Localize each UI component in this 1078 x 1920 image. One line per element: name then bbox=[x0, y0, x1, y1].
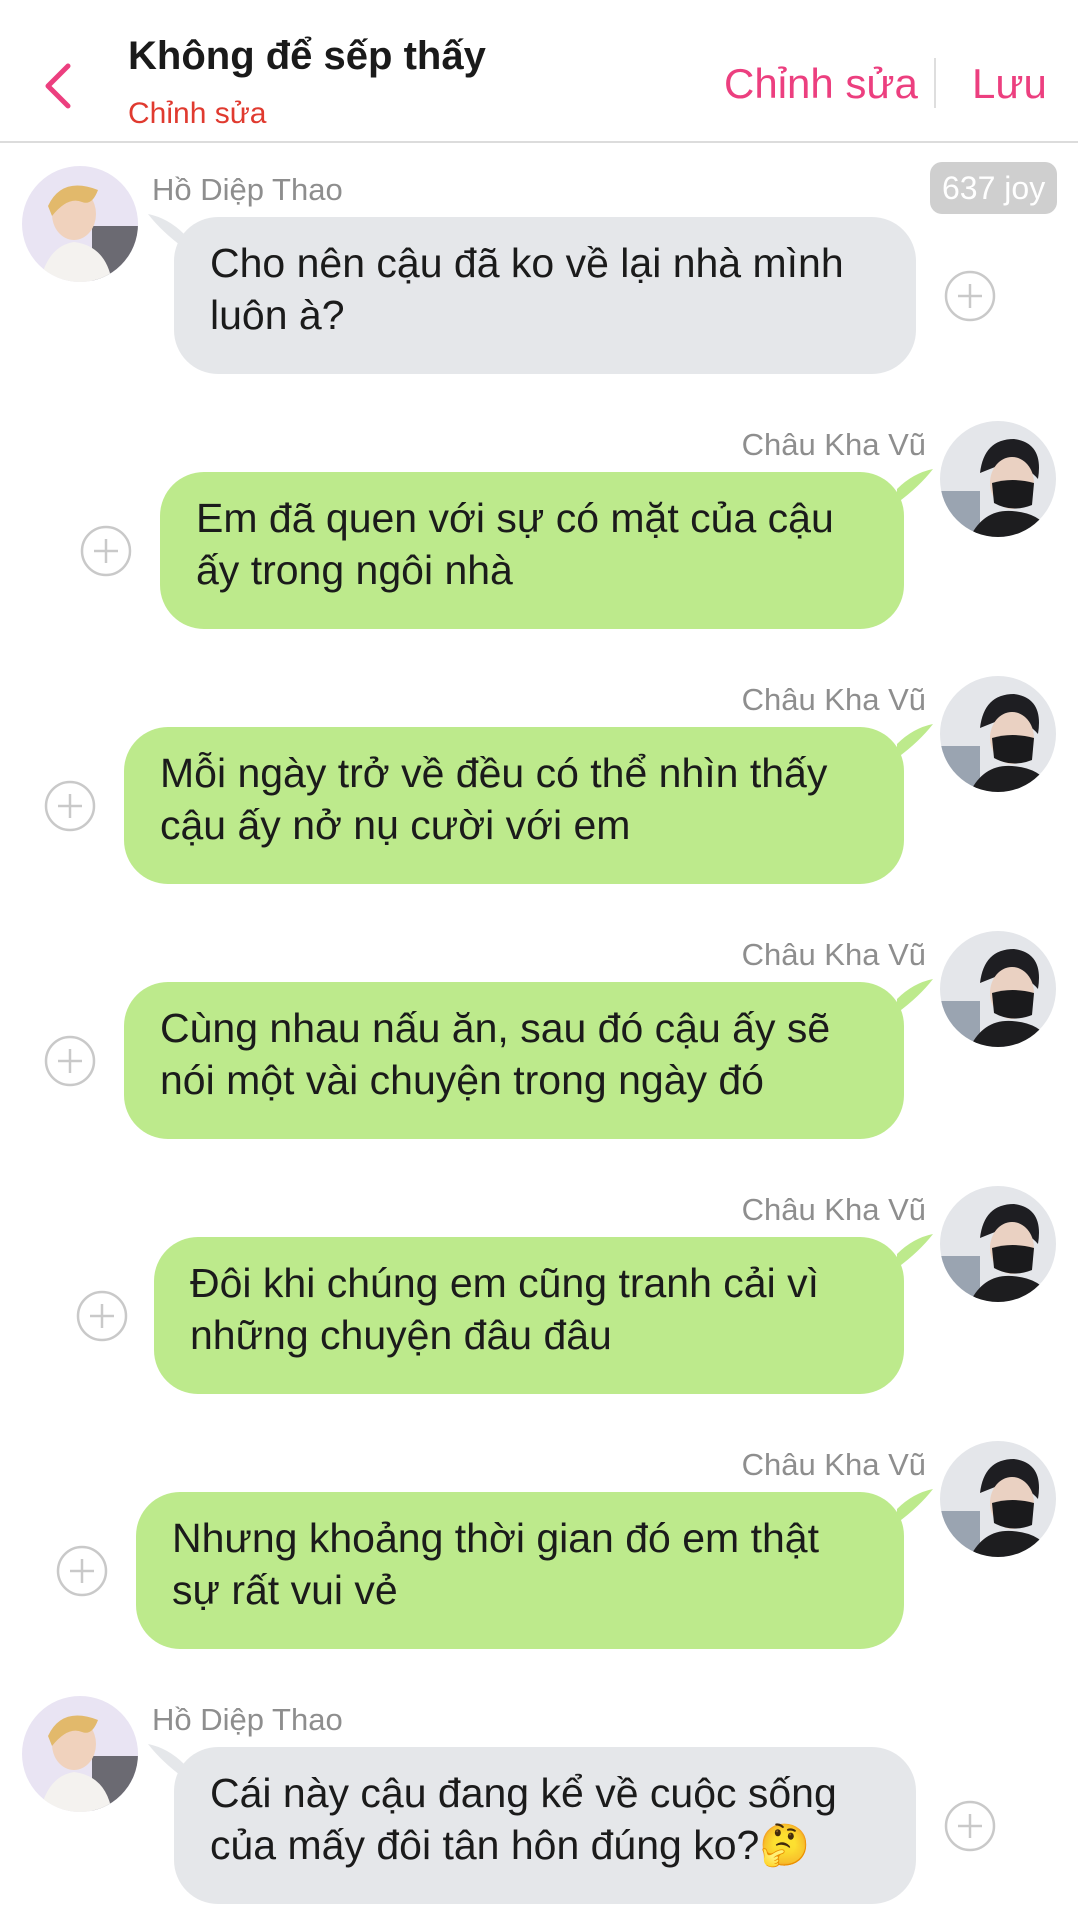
add-reaction-icon[interactable] bbox=[56, 1545, 108, 1597]
message-bubble[interactable]: Cho nên cậu đã ko về lại nhà mình luôn à… bbox=[174, 217, 916, 374]
avatar[interactable] bbox=[940, 1186, 1056, 1302]
page-title: Không để sếp thấy bbox=[128, 34, 486, 78]
message-row: Hồ Diệp Thao Cho nên cậu đã ko về lại nh… bbox=[0, 166, 1078, 421]
add-reaction-icon[interactable] bbox=[44, 780, 96, 832]
message-row: Hồ Diệp Thao Cái này cậu đang kể về cuộc… bbox=[0, 1696, 1078, 1920]
top-bar: Không để sếp thấy Chỉnh sửa Chỉnh sửa Lư… bbox=[0, 0, 1078, 143]
sender-name: Hồ Diệp Thao bbox=[152, 1702, 343, 1737]
avatar[interactable] bbox=[22, 166, 138, 282]
bubble-tail bbox=[897, 1234, 933, 1268]
chevron-left-icon[interactable] bbox=[36, 56, 80, 116]
sender-name: Châu Kha Vũ bbox=[741, 682, 926, 717]
save-button[interactable]: Lưu bbox=[972, 60, 1047, 108]
avatar[interactable] bbox=[940, 676, 1056, 792]
message-row: Châu Kha Vũ Cùng nhau nấu ăn, sau đó cậu… bbox=[0, 931, 1078, 1186]
add-reaction-icon[interactable] bbox=[44, 1035, 96, 1087]
bubble-tail bbox=[897, 1489, 933, 1523]
avatar[interactable] bbox=[940, 1441, 1056, 1557]
bubble-tail bbox=[897, 979, 933, 1013]
avatar[interactable] bbox=[940, 421, 1056, 537]
sender-name: Châu Kha Vũ bbox=[741, 427, 926, 462]
sender-name: Hồ Diệp Thao bbox=[152, 172, 343, 207]
message-row: Châu Kha Vũ Đôi khi chúng em cũng tranh … bbox=[0, 1186, 1078, 1441]
message-bubble[interactable]: Em đã quen với sự có mặt của cậu ấy tron… bbox=[160, 472, 904, 629]
add-reaction-icon[interactable] bbox=[80, 525, 132, 577]
bubble-tail bbox=[897, 469, 933, 503]
message-bubble[interactable]: Đôi khi chúng em cũng tranh cải vì những… bbox=[154, 1237, 904, 1394]
message-bubble[interactable]: Mỗi ngày trở về đều có thể nhìn thấy cậu… bbox=[124, 727, 904, 884]
message-bubble[interactable]: Cùng nhau nấu ăn, sau đó cậu ấy sẽ nói m… bbox=[124, 982, 904, 1139]
sender-name: Châu Kha Vũ bbox=[741, 1447, 926, 1482]
sender-name: Châu Kha Vũ bbox=[741, 1192, 926, 1227]
edit-button[interactable]: Chỉnh sửa bbox=[724, 60, 918, 108]
add-reaction-icon[interactable] bbox=[76, 1290, 128, 1342]
header-divider bbox=[934, 58, 936, 108]
avatar[interactable] bbox=[22, 1696, 138, 1812]
add-reaction-icon[interactable] bbox=[944, 270, 996, 322]
message-bubble[interactable]: Cái này cậu đang kể về cuộc sống của mấy… bbox=[174, 1747, 916, 1904]
avatar[interactable] bbox=[940, 931, 1056, 1047]
add-reaction-icon[interactable] bbox=[944, 1800, 996, 1852]
message-row: Châu Kha Vũ Nhưng khoảng thời gian đó em… bbox=[0, 1441, 1078, 1696]
message-row: Châu Kha Vũ Mỗi ngày trở về đều có thể n… bbox=[0, 676, 1078, 931]
sender-name: Châu Kha Vũ bbox=[741, 937, 926, 972]
bubble-tail bbox=[897, 724, 933, 758]
message-row: Châu Kha Vũ Em đã quen với sự có mặt của… bbox=[0, 421, 1078, 676]
message-bubble[interactable]: Nhưng khoảng thời gian đó em thật sự rất… bbox=[136, 1492, 904, 1649]
page-subtitle[interactable]: Chỉnh sửa bbox=[128, 97, 267, 131]
